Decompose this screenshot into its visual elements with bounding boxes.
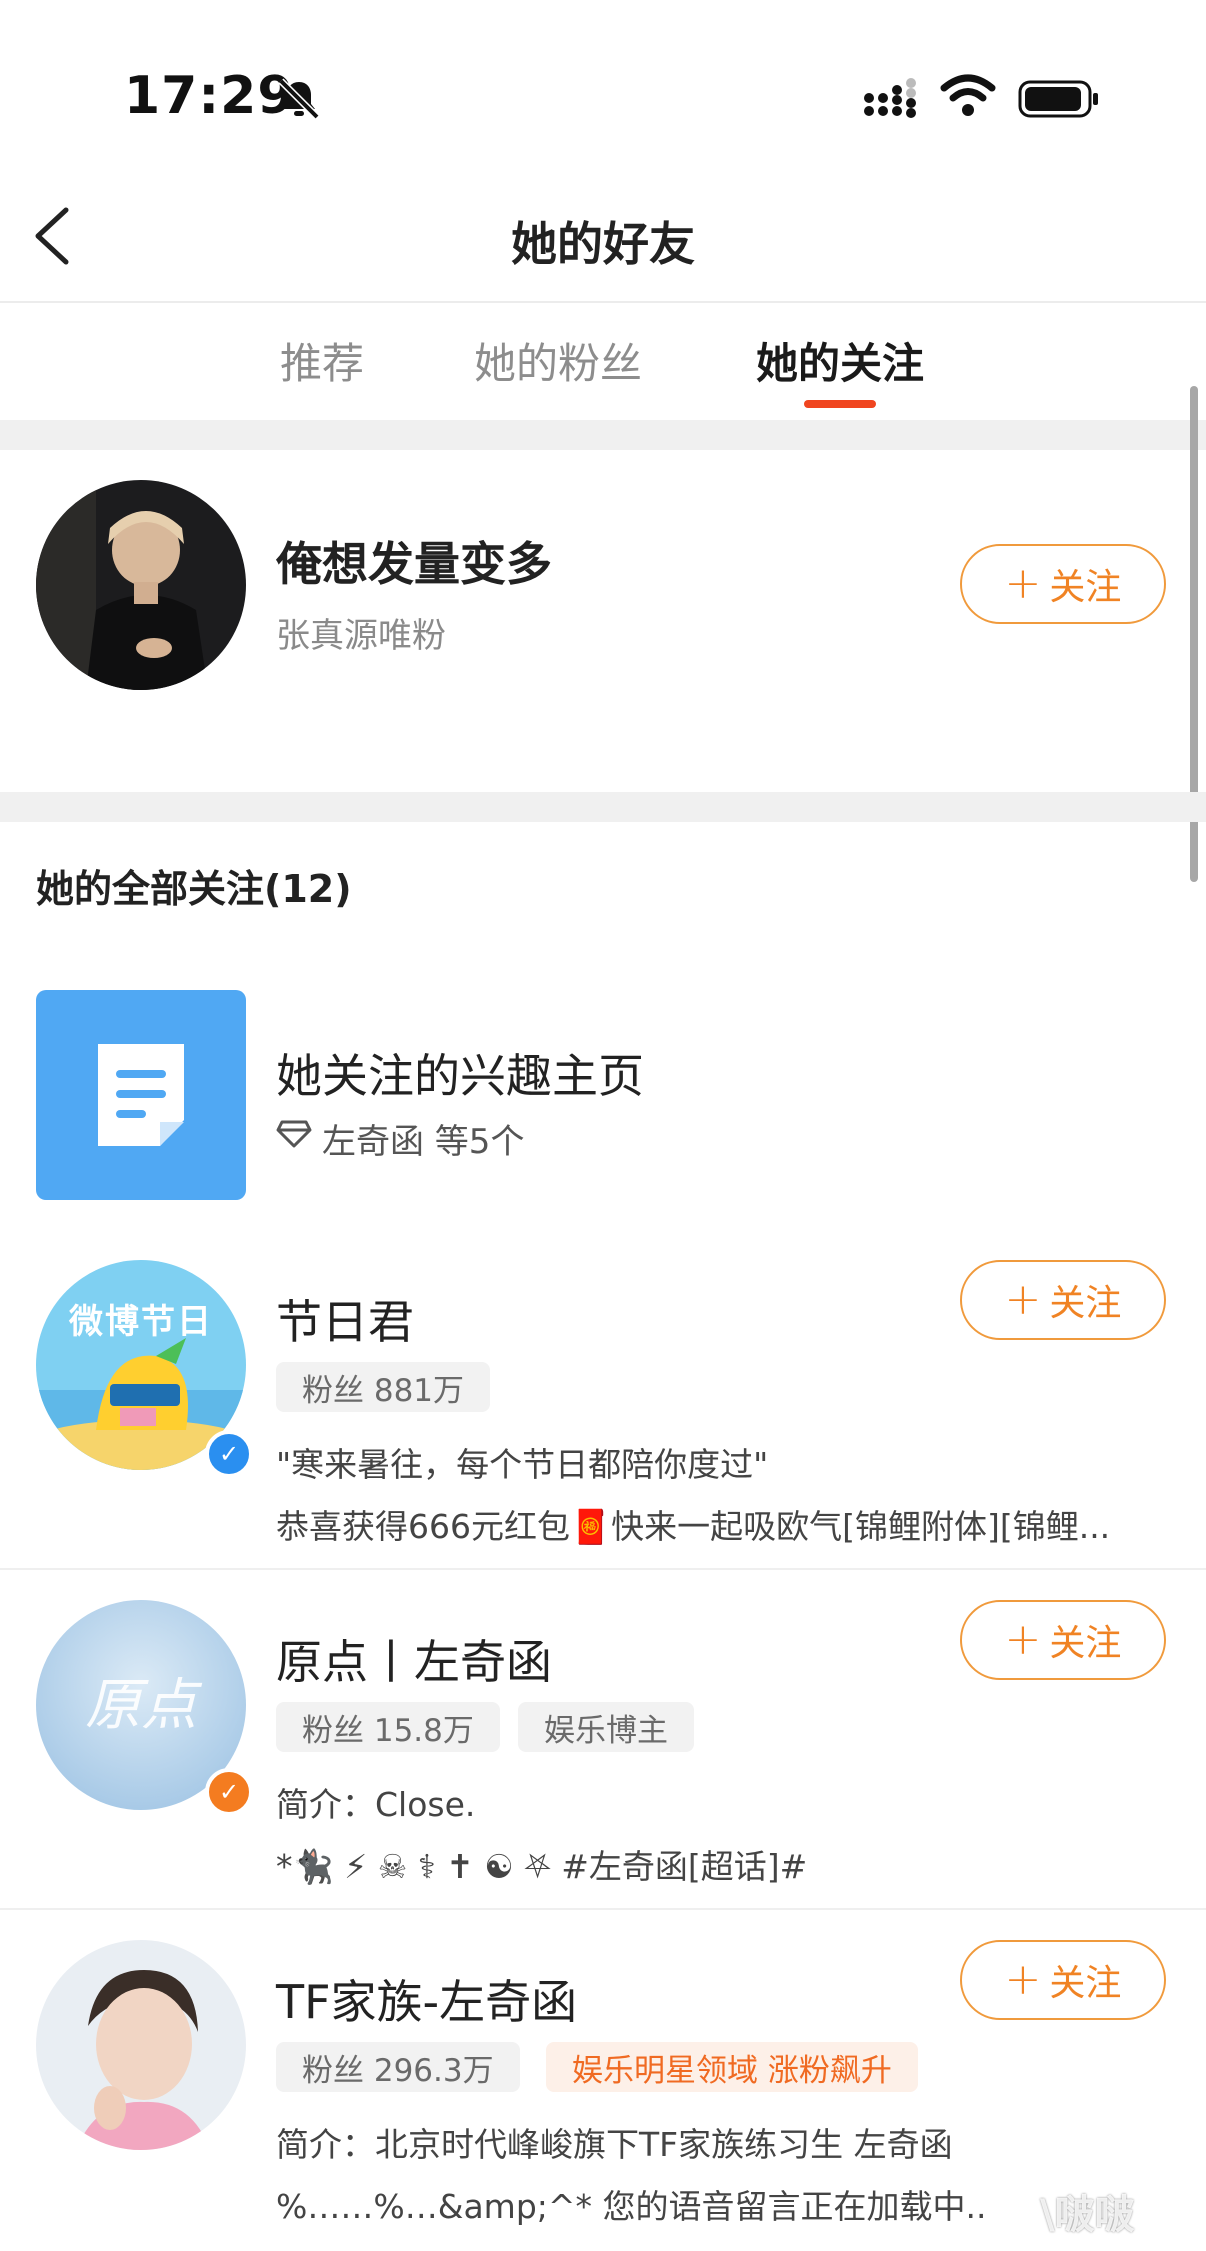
cellular-signal-icon — [864, 78, 916, 118]
follow-button[interactable]: + 关注 — [960, 544, 1166, 624]
battery-icon — [1018, 80, 1098, 118]
latest-post: %……%…&amp;^* 您的语音留言正在加载中.. — [276, 2187, 987, 2226]
trending-tag: 娱乐明星领域 涨粉飙升 — [546, 2042, 918, 2092]
user-name[interactable]: 原点丨左奇函 — [276, 1626, 552, 1692]
fans-count-tag: 粉丝 296.3万 — [276, 2042, 520, 2092]
user-bio: "寒来暑往，每个节日都陪你度过" — [276, 1445, 769, 1484]
interest-title[interactable]: 她关注的兴趣主页 — [276, 1040, 644, 1106]
section-title: 她的全部关注(12) — [36, 867, 352, 911]
follow-label: 关注 — [1049, 567, 1122, 608]
divider — [0, 1568, 1206, 1570]
user-bio: 简介：北京时代峰峻旗下TF家族练习生 左奇函 — [276, 2125, 953, 2164]
avatar[interactable] — [36, 480, 246, 690]
avatar-text: 微博节日 — [69, 1302, 213, 1342]
latest-post: *🐈‍⬛ ⚡ ☠ ⚕ ✝ ☯ ⛧ #左奇函[超话]# — [276, 1847, 808, 1886]
section-gap — [0, 792, 1206, 822]
verified-badge-icon: ✓ — [205, 1430, 253, 1478]
tab-followers[interactable]: 她的粉丝 — [474, 330, 642, 391]
plus-icon: + — [1004, 1954, 1042, 2005]
follow-button[interactable]: + 关注 — [960, 1940, 1166, 2020]
follow-label: 关注 — [1049, 1623, 1122, 1664]
wifi-icon — [940, 74, 996, 116]
fans-count-tag: 粉丝 15.8万 — [276, 1702, 500, 1752]
watermark: \啵啵 — [1040, 2192, 1135, 2238]
tab-recommend[interactable]: 推荐 — [280, 330, 364, 391]
user-bio: 简介：Close. — [276, 1785, 476, 1824]
follow-label: 关注 — [1049, 1963, 1122, 2004]
latest-post: 恭喜获得666元红包🧧快来一起吸欧气[锦鲤附体][锦鲤... — [276, 1507, 1111, 1546]
interest-page-icon[interactable] — [36, 990, 246, 1200]
category-tag: 娱乐博主 — [518, 1702, 694, 1752]
plus-icon: + — [1004, 1614, 1042, 1665]
divider — [0, 1908, 1206, 1910]
follow-button[interactable]: + 关注 — [960, 1600, 1166, 1680]
plus-icon: + — [1004, 1274, 1042, 1325]
bell-muted-icon — [278, 78, 320, 120]
divider — [0, 301, 1206, 303]
tab-following[interactable]: 她的关注 — [756, 330, 924, 391]
avatar[interactable] — [36, 1940, 246, 2150]
user-name[interactable]: 节日君 — [276, 1286, 414, 1352]
user-name[interactable]: TF家族-左奇函 — [276, 1966, 577, 2032]
follow-label: 关注 — [1049, 1283, 1122, 1324]
status-time: 17:29 — [124, 66, 295, 126]
follow-button[interactable]: + 关注 — [960, 1260, 1166, 1340]
tab-active-indicator — [804, 400, 876, 408]
avatar-text: 原点 — [85, 1673, 197, 1738]
page-title: 她的好友 — [511, 217, 695, 271]
plus-icon: + — [1004, 558, 1042, 609]
section-gap — [0, 420, 1206, 450]
verified-badge-icon: ✓ — [205, 1768, 253, 1816]
user-name[interactable]: 俺想发量变多 — [276, 528, 552, 594]
user-subtitle: 张真源唯粉 — [276, 616, 446, 656]
diamond-icon — [276, 1120, 312, 1148]
fans-count-tag: 粉丝 881万 — [276, 1362, 491, 1412]
interest-subtitle: 左奇函 等5个 — [322, 1122, 525, 1162]
